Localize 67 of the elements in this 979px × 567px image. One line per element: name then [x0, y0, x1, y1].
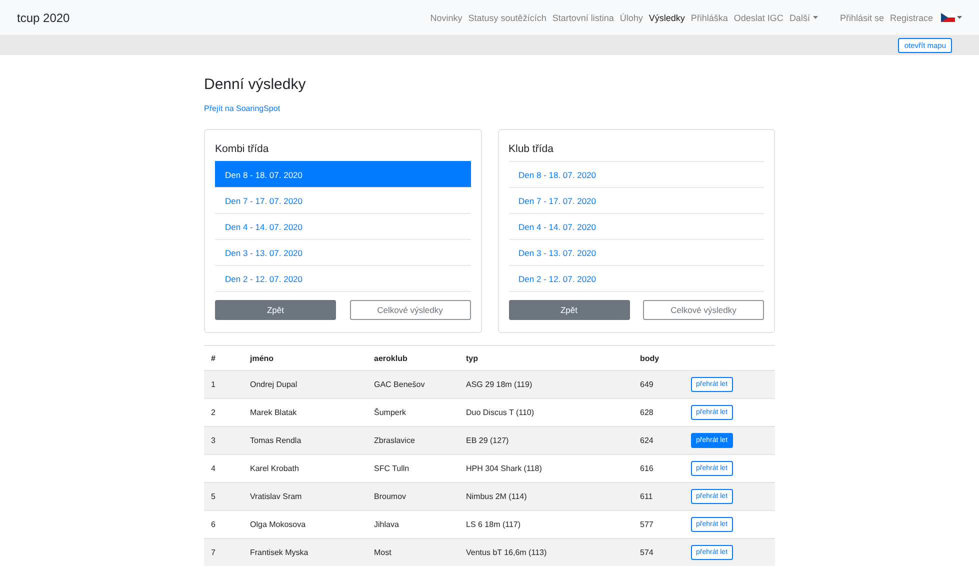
table-cell: Zbraslavice	[374, 436, 415, 445]
table-cell: SFC Tulln	[374, 464, 410, 473]
table-cell: Marek Blatak	[250, 408, 297, 417]
table-cell: GAC Benešov	[374, 380, 425, 389]
page-title: Denní výsledky	[204, 76, 307, 93]
day-item[interactable]: Den 2 - 12. 07. 2020	[508, 265, 764, 291]
table-cell: 2	[211, 408, 216, 417]
nav-link[interactable]: Odeslat IGC	[734, 12, 784, 22]
table-cell: Nimbus 2M (114)	[466, 492, 527, 501]
table-cell: Broumov	[374, 492, 406, 501]
flag-icon	[941, 13, 955, 22]
table-cell: Frantisek Myska	[250, 548, 308, 557]
nav-link[interactable]: Startovní listina	[552, 12, 614, 22]
nav-link[interactable]: Úlohy	[620, 12, 643, 22]
table-cell: 4	[211, 464, 216, 473]
day-item[interactable]: Den 3 - 13. 07. 2020	[215, 239, 470, 265]
overall-results-button[interactable]: Celkové výsledky	[350, 300, 470, 320]
nav-link[interactable]: Novinky	[430, 12, 462, 22]
nav-link[interactable]: Registrace	[890, 12, 933, 22]
nav-link[interactable]: Statusy soutěžících	[468, 12, 546, 22]
nav-link[interactable]: Další	[789, 12, 818, 22]
table-cell: 624	[640, 436, 654, 445]
table-cell: 5	[211, 492, 216, 501]
overall-results-button[interactable]: Celkové výsledky	[643, 300, 764, 320]
table-cell: 628	[640, 408, 654, 417]
card-title: Klub třída	[508, 143, 554, 155]
language-menu[interactable]	[941, 13, 962, 22]
day-item[interactable]: Den 2 - 12. 07. 2020	[215, 265, 470, 291]
table-cell: Karel Krobath	[250, 464, 299, 473]
back-button[interactable]: Zpět	[215, 300, 336, 320]
table-cell: Ondrej Dupal	[250, 380, 298, 389]
table-cell: EB 29 (127)	[466, 436, 509, 445]
table-cell: 649	[640, 380, 654, 389]
table-cell: 1	[211, 380, 216, 389]
soaringspot-link[interactable]: Přejít na SoaringSpot	[204, 104, 280, 113]
nav-link[interactable]: Výsledky	[648, 12, 685, 22]
day-item[interactable]: Den 4 - 14. 07. 2020	[508, 213, 764, 239]
table-cell: Ventus bT 16,6m (113)	[466, 548, 547, 557]
table-cell: 577	[640, 520, 654, 529]
table-cell: 574	[640, 548, 654, 557]
nav-link[interactable]: Přihláška	[690, 12, 728, 22]
table-cell: Most	[374, 548, 392, 557]
table-cell: 611	[640, 492, 653, 501]
day-item[interactable]: Den 4 - 14. 07. 2020	[215, 213, 470, 239]
caret-icon	[957, 16, 962, 19]
table-cell: Olga Mokosova	[250, 520, 306, 529]
table-cell: 616	[640, 464, 654, 473]
nav-link[interactable]: Přihlásit se	[840, 12, 884, 22]
table-cell: Duo Discus T (110)	[466, 408, 534, 417]
table-cell: Tomas Rendla	[250, 436, 302, 445]
table-cell: 6	[211, 520, 216, 529]
table-cell: LS 6 18m (117)	[466, 520, 521, 529]
card-title: Kombi třída	[215, 143, 270, 155]
day-item[interactable]: Den 3 - 13. 07. 2020	[508, 239, 764, 265]
day-item[interactable]: Den 7 - 17. 07. 2020	[215, 187, 470, 213]
table-cell: Jihlava	[374, 520, 399, 529]
table-cell: HPH 304 Shark (118)	[466, 464, 542, 473]
table-cell: ASG 29 18m (119)	[466, 380, 532, 389]
day-item[interactable]: Den 8 - 18. 07. 2020	[508, 161, 764, 187]
table-cell: 3	[211, 436, 216, 445]
back-button[interactable]: Zpět	[508, 300, 630, 320]
table-cell: Vratislav Sram	[250, 492, 302, 501]
table-cell: Šumperk	[374, 408, 406, 417]
day-item[interactable]: Den 7 - 17. 07. 2020	[508, 187, 764, 213]
day-item[interactable]: Den 8 - 18. 07. 2020	[215, 161, 470, 187]
brand-name[interactable]: tcup 2020	[17, 10, 424, 24]
table-cell: 7	[211, 548, 216, 557]
